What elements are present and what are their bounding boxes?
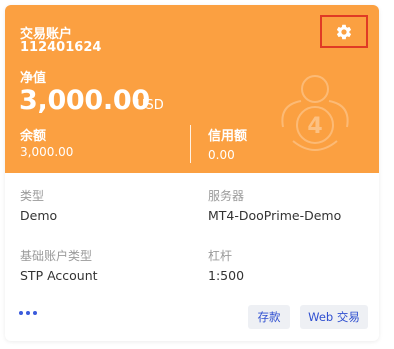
credit-value: 0.00	[208, 148, 235, 162]
account-card: 4 交易账户 112401624 净值 3,000.00 USD 余额 3,00…	[5, 5, 379, 341]
more-options-button[interactable]	[19, 311, 37, 315]
base-account-type-label: 基础账户类型	[20, 249, 93, 263]
server-value: MT4-DooPrime-Demo	[208, 208, 342, 223]
more-dots-icon	[33, 311, 37, 315]
leverage-label: 杠杆	[208, 249, 233, 263]
deposit-button[interactable]: 存款	[248, 305, 290, 329]
header-divider	[190, 125, 191, 163]
settings-button[interactable]	[320, 15, 368, 48]
type-label: 类型	[20, 189, 45, 203]
type-value: Demo	[20, 208, 58, 223]
more-dots-icon	[19, 311, 23, 315]
base-account-type-value: STP Account	[20, 268, 98, 283]
net-value-currency: USD	[136, 98, 164, 113]
more-dots-icon	[26, 311, 30, 315]
balance-value: 3,000.00	[20, 145, 74, 159]
leverage-value: 1:500	[208, 268, 245, 283]
account-header: 4 交易账户 112401624 净值 3,000.00 USD 余额 3,00…	[5, 5, 379, 173]
server-label: 服务器	[208, 189, 245, 203]
watermark-number: 4	[307, 114, 322, 139]
account-number: 112401624	[20, 40, 102, 55]
net-value-label: 净值	[20, 71, 47, 86]
web-trade-button[interactable]: Web 交易	[300, 305, 368, 329]
mt4-watermark-icon: 4	[281, 75, 349, 151]
credit-label: 信用额	[208, 129, 248, 144]
gear-icon	[336, 24, 352, 39]
net-value: 3,000.00	[19, 85, 150, 116]
balance-label: 余额	[20, 129, 47, 144]
